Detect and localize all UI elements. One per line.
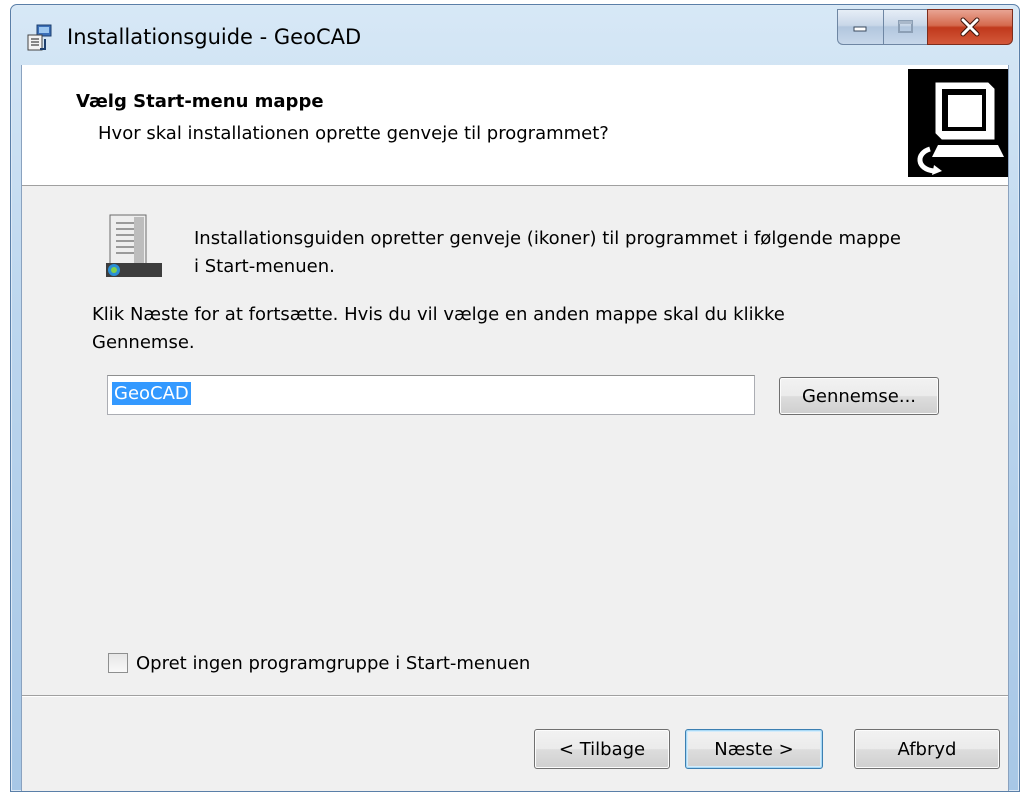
no-program-group-option[interactable]: Opret ingen programgruppe i Start-menuen [108, 651, 530, 675]
minimize-button[interactable] [837, 9, 883, 45]
instruction-text-line1: Klik Næste for at fortsætte. Hvis du vil… [92, 304, 785, 325]
folder-input-value: GeoCAD [112, 382, 191, 405]
close-icon [960, 17, 980, 37]
minimize-icon [853, 26, 866, 32]
window-title: Installationsguide - GeoCAD [67, 25, 362, 49]
wizard-header: Vælg Start-menu mappe Hvor skal installa… [22, 65, 1008, 186]
window-controls [837, 9, 1013, 45]
instruction-text-line2: Gennemse. [92, 332, 195, 353]
maximize-button[interactable] [883, 9, 927, 45]
cancel-button[interactable]: Afbryd [854, 729, 1000, 769]
page-subtitle: Hvor skal installationen oprette genveje… [98, 123, 609, 144]
start-menu-folder-icon [106, 214, 162, 277]
start-menu-folder-input[interactable]: GeoCAD [107, 375, 755, 415]
installer-icon [27, 24, 52, 51]
no-program-group-checkbox[interactable] [108, 653, 128, 673]
computer-install-icon [908, 69, 1008, 177]
page-title: Vælg Start-menu mappe [76, 91, 324, 112]
intro-text-line1: Installationsguiden opretter genveje (ik… [194, 228, 901, 249]
maximize-icon [897, 20, 913, 33]
no-program-group-label[interactable]: Opret ingen programgruppe i Start-menuen [136, 653, 530, 674]
close-button[interactable] [927, 9, 1013, 45]
installer-window: Installationsguide - GeoCAD Vælg Start-m… [10, 4, 1020, 792]
next-button[interactable]: Næste > [685, 729, 823, 769]
intro-text-line2: i Start-menuen. [194, 256, 335, 277]
back-button[interactable]: < Tilbage [534, 729, 670, 769]
browse-button[interactable]: Gennemse... [779, 377, 939, 415]
dialog-client-area: Vælg Start-menu mappe Hvor skal installa… [21, 65, 1009, 791]
footer-divider [22, 695, 1008, 697]
title-bar[interactable]: Installationsguide - GeoCAD [11, 5, 1019, 65]
